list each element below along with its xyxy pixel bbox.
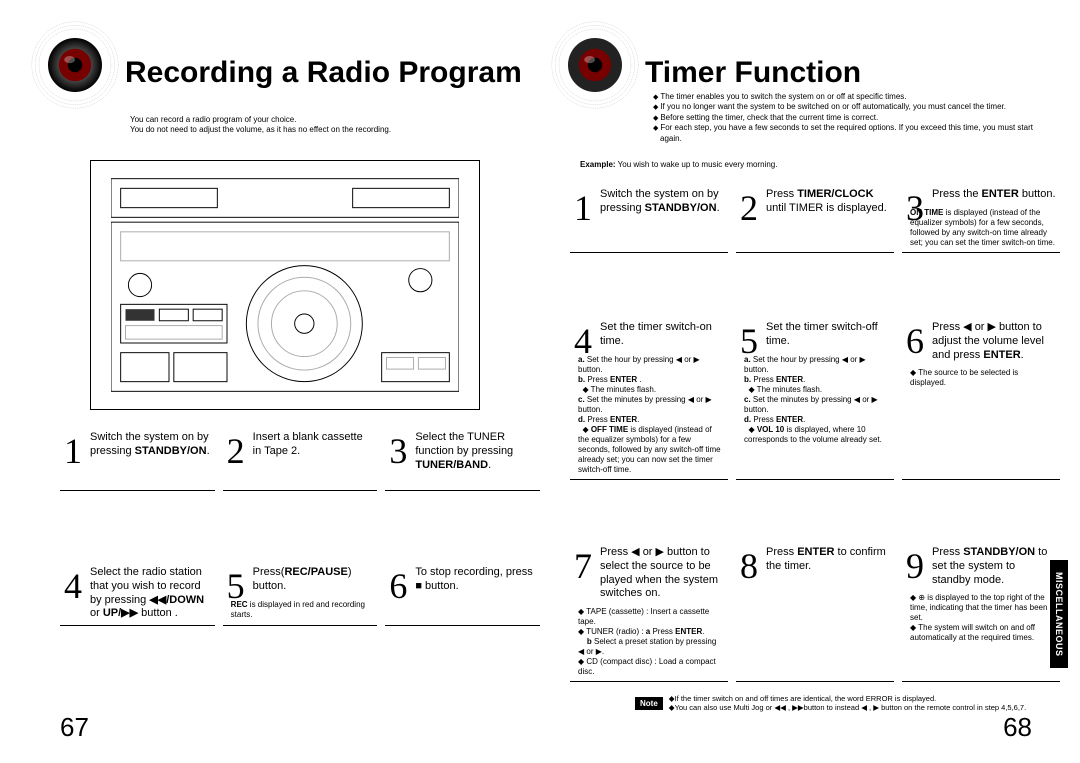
steps-row-3: 7 Press ◀ or ▶ button to select the sour… xyxy=(570,540,1060,682)
step-1: 1 Switch the system on by pressing STAND… xyxy=(570,182,728,253)
device-illustration xyxy=(90,160,480,410)
speaker-graphic-icon xyxy=(30,20,120,110)
step-1: 1 Switch the system on by pressing STAND… xyxy=(60,425,215,491)
step-2: 2 Press TIMER/CLOCK until TIMER is displ… xyxy=(736,182,894,253)
right-page: Timer Function The timer enables you to … xyxy=(550,20,1050,743)
steps-row-1: 1 Switch the system on by pressing STAND… xyxy=(60,425,540,491)
steps-row-2: 4 Select the radio station that you wish… xyxy=(60,560,540,626)
step-3: 3 Select the TUNER function by pressing … xyxy=(385,425,540,491)
note-badge: Note xyxy=(635,697,663,710)
left-page: Recording a Radio Program You can record… xyxy=(30,20,530,743)
step-6: 6 Press ◀ or ▶ button to adjust the volu… xyxy=(902,315,1060,480)
page-title: Timer Function xyxy=(645,58,861,88)
section-tab: MISCELLANEOUS xyxy=(1050,560,1068,668)
step-2: 2 Insert a blank cassette in Tape 2. xyxy=(223,425,378,491)
speaker-graphic-icon xyxy=(550,20,640,110)
page-number: 68 xyxy=(1003,712,1032,743)
step-6: 6 To stop recording, press ■ button. xyxy=(385,560,540,626)
note-block: Note ◆If the timer switch on and off tim… xyxy=(635,694,1026,714)
step-4: 4 Set the timer switch-on time. a. Set t… xyxy=(570,315,728,480)
steps-row-1: 1 Switch the system on by pressing STAND… xyxy=(570,182,1060,253)
step-5: 5 Press(REC/PAUSE) button. REC is displa… xyxy=(223,560,378,626)
steps-row-2: 4 Set the timer switch-on time. a. Set t… xyxy=(570,315,1060,480)
step-3: 3 Press the ENTER button. ON TIME is dis… xyxy=(902,182,1060,253)
step-7: 7 Press ◀ or ▶ button to select the sour… xyxy=(570,540,728,682)
intro-text: You can record a radio program of your c… xyxy=(130,115,391,136)
step-5: 5 Set the timer switch-off time. a. Set … xyxy=(736,315,894,480)
step-8: 8 Press ENTER to confirm the timer. xyxy=(736,540,894,682)
step-4: 4 Select the radio station that you wish… xyxy=(60,560,215,626)
page-number: 67 xyxy=(60,712,89,743)
page-title: Recording a Radio Program xyxy=(125,58,522,88)
step-9: 9 Press STANDBY/ON to set the system to … xyxy=(902,540,1060,682)
example-text: Example: You wish to wake up to music ev… xyxy=(580,160,777,169)
intro-text: The timer enables you to switch the syst… xyxy=(650,92,1050,144)
